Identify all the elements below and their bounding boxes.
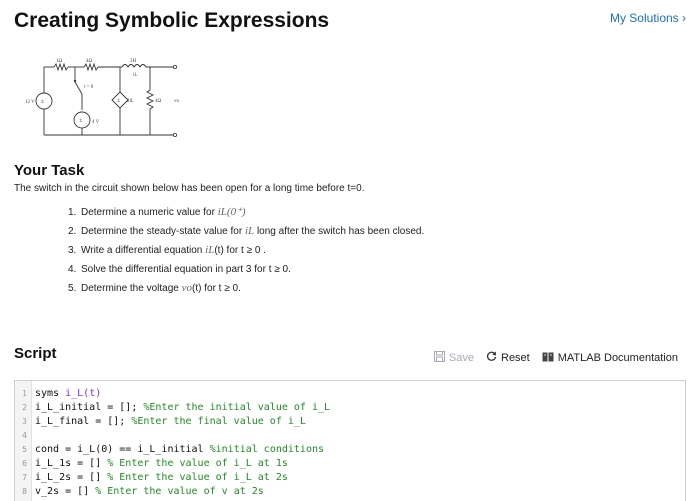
task-step: 5. Determine the voltage vo(t) for t ≥ 0. bbox=[68, 282, 241, 294]
code-line[interactable]: 5 cond = i_L(0) == i_L_initial %initial c… bbox=[15, 443, 685, 457]
script-toolbar: Save Reset MATLAB Documentation bbox=[422, 351, 678, 365]
code-line[interactable]: 3 i_L_final = []; %Enter the final value … bbox=[15, 415, 685, 429]
reset-icon bbox=[486, 351, 497, 365]
task-step: 1. Determine a numeric value for iL(0⁺) bbox=[68, 206, 246, 218]
label-switch: t = 0 bbox=[84, 85, 94, 90]
circuit-diagram: 1Ω 4Ω 2H iL 12 V ± t = 0 ± 4 V ± 2iL 4Ω … bbox=[25, 59, 180, 138]
label-l1: 2H bbox=[130, 59, 137, 64]
save-button[interactable]: Save bbox=[433, 351, 474, 365]
label-dep: 2iL bbox=[127, 99, 134, 104]
code-line[interactable]: 4 bbox=[15, 429, 685, 443]
code-line[interactable]: 1 syms i_L(t) bbox=[15, 387, 685, 401]
script-heading: Script bbox=[14, 345, 57, 362]
label-il: iL bbox=[133, 73, 137, 78]
reset-button[interactable]: Reset bbox=[486, 351, 530, 365]
label-vo: vo bbox=[174, 99, 180, 104]
label-vs2: 4 V bbox=[92, 120, 100, 125]
switch bbox=[74, 81, 83, 95]
task-description: The switch in the circuit shown below ha… bbox=[14, 183, 365, 194]
label-r1: 1Ω bbox=[56, 59, 63, 64]
resistor-4ohm-right bbox=[145, 89, 155, 110]
label-r3: 4Ω bbox=[155, 99, 162, 104]
task-step: 3. Write a differential equation iL(t) fo… bbox=[68, 244, 266, 256]
my-solutions-link[interactable]: My Solutions › bbox=[610, 11, 686, 25]
page-title: Creating Symbolic Expressions bbox=[14, 9, 330, 32]
svg-text:±: ± bbox=[41, 99, 45, 105]
code-line[interactable]: 8 v_2s = [] % Enter the value of v at 2s bbox=[15, 485, 685, 499]
task-step: 4. Solve the differential equation in par… bbox=[68, 264, 291, 275]
code-editor[interactable]: 1 syms i_L(t) 2 i_L_initial = []; %Enter t… bbox=[14, 380, 686, 501]
label-r2: 4Ω bbox=[86, 59, 93, 64]
save-icon bbox=[433, 351, 445, 365]
task-steps: 1. Determine a numeric value for iL(0⁺) 2… bbox=[68, 205, 424, 300]
svg-text:±: ± bbox=[79, 118, 83, 124]
svg-text:±: ± bbox=[117, 98, 121, 104]
task-step: 2. Determine the steady-state value for i… bbox=[68, 225, 425, 237]
code-line[interactable]: 2 i_L_initial = []; %Enter the initial va… bbox=[15, 401, 685, 415]
label-vs1: 12 V bbox=[25, 100, 35, 105]
resistor-1ohm bbox=[53, 62, 69, 72]
resistor-4ohm bbox=[83, 62, 99, 72]
code-line[interactable]: 7 i_L_2s = [] % Enter the value of i_L at… bbox=[15, 471, 685, 485]
inductor-2h bbox=[121, 64, 147, 68]
matlab-documentation-button[interactable]: MATLAB Documentation bbox=[542, 352, 678, 365]
book-icon bbox=[542, 352, 554, 365]
code-line[interactable]: 6 i_L_1s = [] % Enter the value of i_L at… bbox=[15, 457, 685, 471]
task-heading: Your Task bbox=[14, 162, 85, 179]
